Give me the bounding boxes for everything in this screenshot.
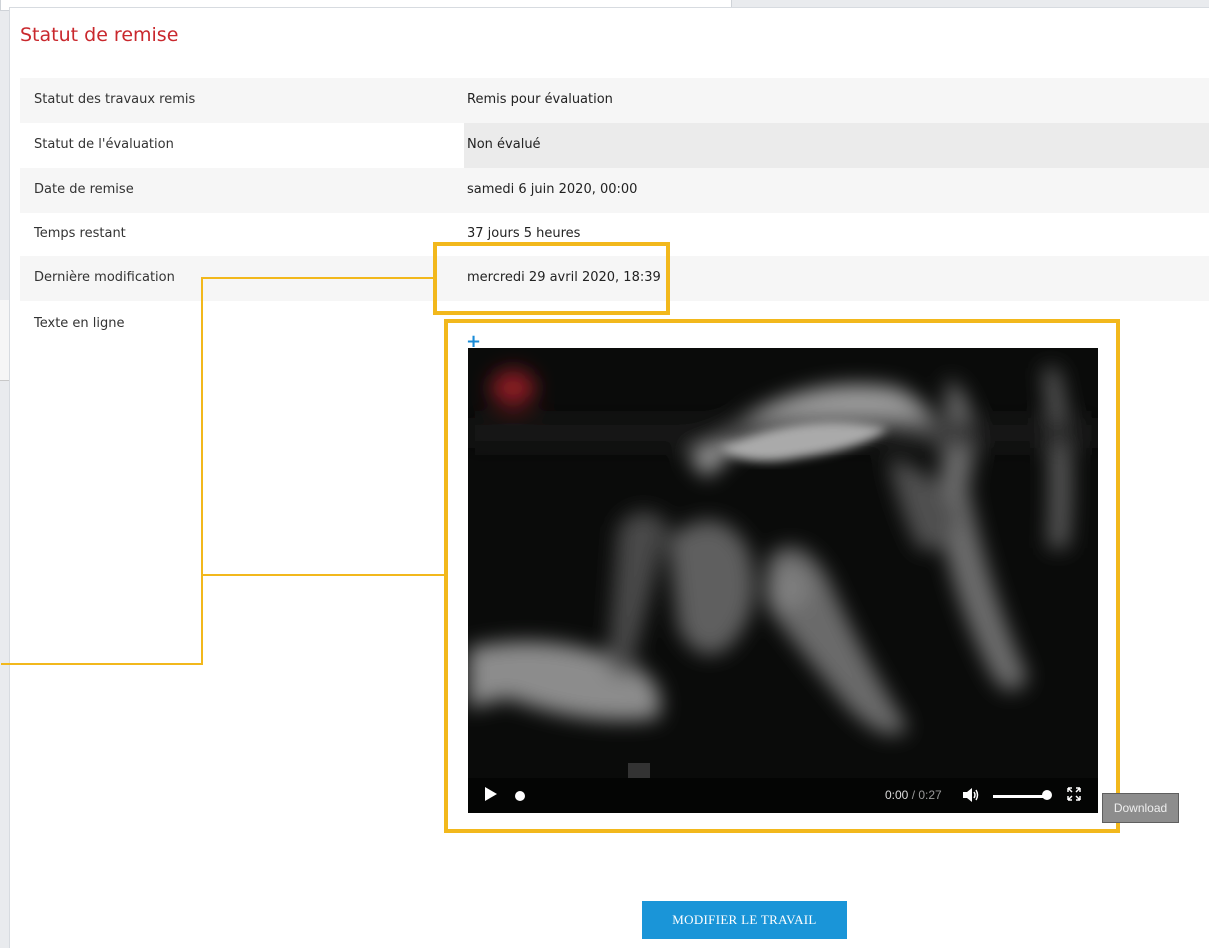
row-value: 37 jours 5 heures xyxy=(467,226,581,241)
fullscreen-icon[interactable] xyxy=(1066,786,1082,802)
row-label: Statut de l'évaluation xyxy=(34,137,174,152)
video-frame xyxy=(468,348,1098,778)
annotation-connector xyxy=(1,663,203,665)
time-separator: / xyxy=(908,788,919,802)
progress-scrubber[interactable] xyxy=(515,791,525,801)
table-row: Statut de l'évaluation Non évalué xyxy=(20,123,1209,168)
current-time: 0:00 xyxy=(885,788,909,802)
row-value: Remis pour évaluation xyxy=(467,92,613,107)
volume-slider[interactable] xyxy=(993,795,1048,798)
download-button[interactable]: Download xyxy=(1102,793,1179,823)
duration: 0:27 xyxy=(918,788,942,802)
row-value: Non évalué xyxy=(467,137,541,152)
row-label: Date de remise xyxy=(34,182,134,197)
time-display: 0:00 / 0:27 xyxy=(885,788,942,802)
table-row: Date de remise samedi 6 juin 2020, 00:00 xyxy=(20,168,1209,213)
row-label: Statut des travaux remis xyxy=(34,92,196,107)
row-label: Dernière modification xyxy=(34,270,175,285)
row-value: samedi 6 juin 2020, 00:00 xyxy=(467,182,638,197)
volume-knob[interactable] xyxy=(1042,790,1052,800)
video-controls: 0:00 / 0:27 xyxy=(468,778,1098,813)
row-label: Texte en ligne xyxy=(34,316,125,331)
submission-status-panel: Statut de remise Statut des travaux remi… xyxy=(1,7,1209,948)
edit-submission-button[interactable]: MODIFIER LE TRAVAIL xyxy=(642,901,847,939)
annotation-connector xyxy=(201,277,434,279)
table-row: Statut des travaux remis Remis pour éval… xyxy=(20,78,1209,123)
highlight-last-modified xyxy=(433,242,670,315)
video-player[interactable]: 0:00 / 0:27 xyxy=(468,348,1098,813)
annotation-connector xyxy=(201,277,203,665)
section-title: Statut de remise xyxy=(20,24,179,46)
volume-icon[interactable] xyxy=(961,786,981,804)
row-label: Temps restant xyxy=(34,226,126,241)
play-icon[interactable] xyxy=(484,786,498,802)
annotation-connector xyxy=(201,574,445,576)
